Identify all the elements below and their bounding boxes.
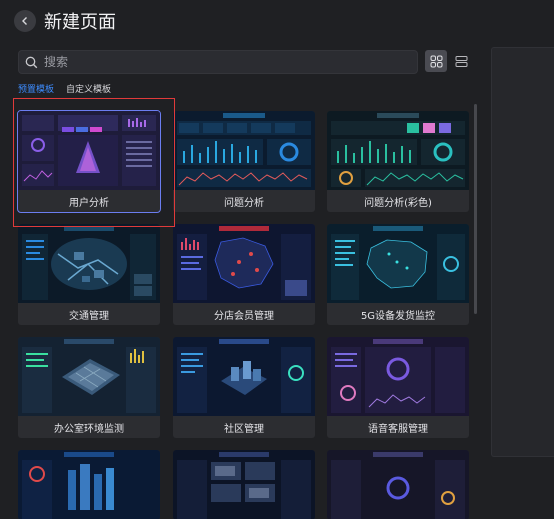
- template-thumbnail: [173, 337, 315, 416]
- template-label: 问题分析(彩色): [364, 197, 432, 209]
- template-card-branch-member-management[interactable]: 分店会员管理: [173, 224, 315, 325]
- page-title: 新建页面: [44, 12, 116, 33]
- list-view-button[interactable]: [450, 50, 472, 72]
- template-label: 社区管理: [224, 423, 264, 435]
- template-thumbnail: [18, 337, 160, 416]
- template-thumbnail: [18, 450, 160, 519]
- template-thumbnail: [173, 224, 315, 303]
- template-card-12[interactable]: [327, 450, 469, 519]
- template-thumbnail: [18, 224, 160, 303]
- template-card-traffic-management[interactable]: 交通管理: [18, 224, 160, 325]
- template-label: 5G设备发货监控: [360, 310, 436, 322]
- template-card-10[interactable]: [18, 450, 160, 519]
- tab-custom-templates[interactable]: 自定义模板: [66, 82, 111, 99]
- back-button[interactable]: [14, 10, 36, 32]
- template-label: 办公室环境监测: [54, 423, 124, 435]
- template-label: 语音客服管理: [368, 423, 428, 435]
- template-card-office-environment[interactable]: 办公室环境监测: [18, 337, 160, 438]
- template-card-11[interactable]: [173, 450, 315, 519]
- template-thumbnail: [173, 111, 315, 190]
- template-tabs: 预置模板 自定义模板: [18, 82, 111, 99]
- template-card-community-management[interactable]: 社区管理: [173, 337, 315, 438]
- right-panel: [491, 47, 554, 457]
- template-label: 交通管理: [69, 310, 109, 322]
- template-label: 分店会员管理: [214, 310, 274, 322]
- template-thumbnail: [327, 111, 469, 190]
- template-thumbnail: [327, 224, 469, 303]
- search-input[interactable]: [44, 55, 384, 69]
- view-toggle: [425, 50, 472, 72]
- list-view-icon: [455, 55, 467, 67]
- template-label: 问题分析: [224, 197, 264, 209]
- template-card-problem-analysis-color[interactable]: 问题分析(彩色): [327, 111, 469, 212]
- tab-preset-templates[interactable]: 预置模板: [18, 82, 55, 99]
- grid-view-button[interactable]: [425, 50, 447, 72]
- template-card-problem-analysis[interactable]: 问题分析: [173, 111, 315, 212]
- scrollbar[interactable]: [474, 104, 477, 314]
- template-thumbnail: [327, 337, 469, 416]
- search-icon: [25, 56, 38, 68]
- template-card-voice-service[interactable]: 语音客服管理: [327, 337, 469, 438]
- template-thumbnail: [327, 450, 469, 519]
- chevron-left-icon: [22, 17, 27, 25]
- search-box[interactable]: [18, 50, 418, 74]
- template-card-5g-shipment-monitor[interactable]: 5G设备发货监控: [327, 224, 469, 325]
- template-thumbnail: [173, 450, 315, 519]
- grid-view-icon: [430, 55, 442, 67]
- selection-highlight: [13, 98, 175, 227]
